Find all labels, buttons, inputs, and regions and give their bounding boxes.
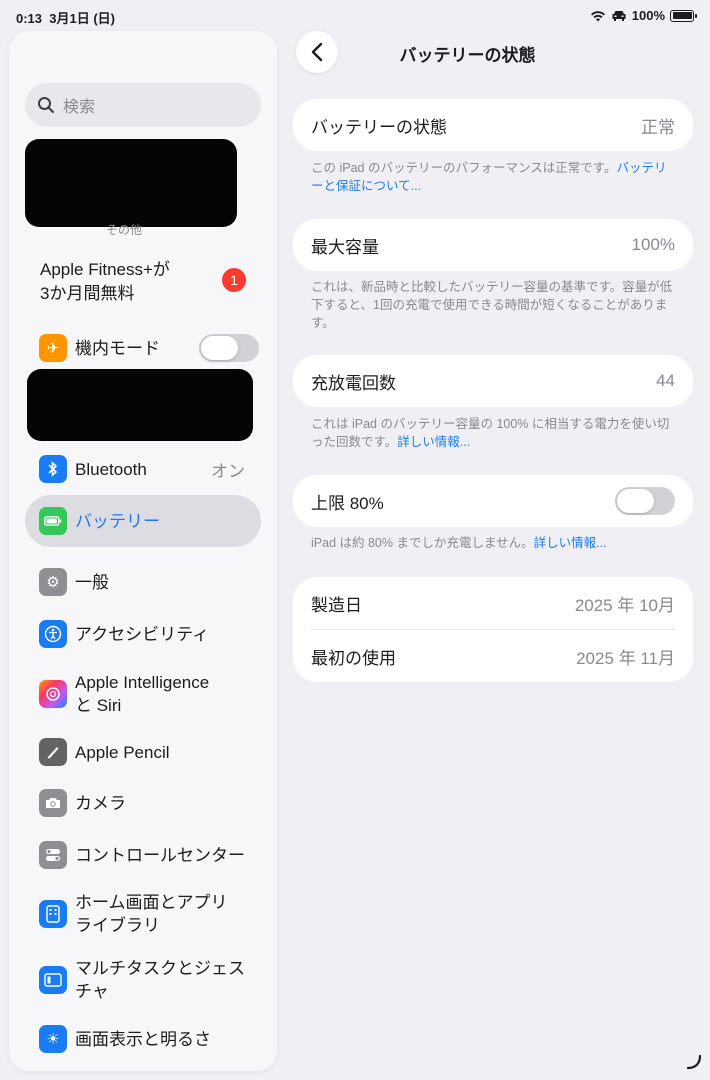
cycles-value: 44: [656, 371, 675, 390]
sidebar-item-label: 機内モード: [75, 338, 160, 358]
sidebar-item-label: カメラ: [75, 793, 126, 813]
sidebar-item-accessibility[interactable]: アクセシビリティ: [25, 619, 261, 649]
search-input[interactable]: 検索: [25, 83, 261, 127]
redacted-account: [25, 139, 237, 227]
search-icon: [38, 97, 54, 113]
sidebar-item-multitasking[interactable]: マルチタスクとジェス チャ: [25, 956, 261, 1004]
gear-icon: ⚙: [39, 568, 67, 596]
sidebar-item-label: バッテリー: [75, 511, 160, 531]
sidebar: 検索 その他 Apple Fitness+が 3か月間無料 1 ✈ 機内モード …: [9, 31, 277, 1071]
sidebar-item-battery[interactable]: バッテリー: [25, 495, 261, 547]
sidebar-item-label: 一般: [75, 572, 109, 592]
camera-icon: [39, 789, 67, 817]
health-value: 正常: [641, 117, 675, 137]
sidebar-item-home-screen[interactable]: ホーム画面とアプリ ライブラリ: [25, 890, 261, 938]
cycles-label: 充放電回数: [311, 373, 396, 393]
sidebar-item-display-brightness[interactable]: ☀ 画面表示と明るさ: [25, 1024, 261, 1054]
limit-80-card: 上限 80%: [293, 475, 693, 527]
battery-percent: 100%: [631, 8, 665, 23]
manufacture-label: 製造日: [311, 595, 362, 615]
health-label: バッテリーの状態: [311, 117, 447, 137]
cycle-count-card: 充放電回数 44: [293, 355, 693, 407]
battery-status-icon: [670, 9, 697, 22]
sidebar-item-control-center[interactable]: コントロールセンター: [25, 840, 261, 870]
cycles-note: これは iPad のバッテリー容量の 100% に相当する電力を使い切った回数で…: [311, 417, 670, 449]
back-button[interactable]: [296, 31, 338, 73]
resize-corner-icon: [686, 1054, 702, 1070]
sidebar-item-camera[interactable]: カメラ: [25, 788, 261, 818]
battery-icon: [39, 507, 67, 535]
wifi-icon: [590, 10, 605, 21]
cycles-more-info-link[interactable]: 詳しい情報...: [397, 435, 470, 449]
first-use-value: 2025 年 11月: [576, 648, 675, 668]
sidebar-item-label: Bluetooth: [75, 459, 147, 479]
redacted-wifi: [27, 369, 253, 441]
accessibility-icon: [39, 620, 67, 648]
max-capacity-card: 最大容量 100%: [293, 219, 693, 271]
control-center-icon: [39, 841, 67, 869]
car-icon: [612, 10, 626, 21]
sidebar-item-label: Apple Pencil: [75, 742, 170, 762]
other-label: その他: [106, 223, 143, 237]
status-time: 0:13 3月1日 (日): [16, 11, 115, 26]
limit-more-info-link[interactable]: 詳しい情報...: [534, 536, 607, 550]
status-date: 3月1日 (日): [49, 11, 115, 26]
sidebar-item-label: マルチタスクとジェス チャ: [75, 959, 245, 1001]
multitasking-icon: [39, 966, 67, 994]
sidebar-item-label: ホーム画面とアプリ ライブラリ: [75, 893, 228, 935]
sidebar-item-label: 画面表示と明るさ: [75, 1029, 211, 1049]
sidebar-item-general[interactable]: ⚙ 一般: [25, 567, 261, 597]
limit-label: 上限 80%: [311, 493, 384, 513]
search-placeholder: 検索: [63, 99, 96, 116]
home-screen-icon: [39, 900, 67, 928]
sidebar-item-apple-intelligence[interactable]: Apple Intelligence と Siri: [25, 670, 261, 718]
sidebar-item-label: コントロールセンター: [75, 845, 245, 865]
manufacture-value: 2025 年 10月: [574, 595, 675, 615]
fitness-promo[interactable]: Apple Fitness+が 3か月間無料: [40, 258, 200, 306]
pencil-icon: [39, 738, 67, 766]
sidebar-item-apple-pencil[interactable]: Apple Pencil: [25, 737, 261, 767]
airplane-toggle[interactable]: [199, 334, 259, 362]
capacity-note: これは、新品時と比較したバッテリー容量の基準です。容量が低下すると、1回の充電で…: [311, 280, 673, 330]
apple-intelligence-icon: [39, 680, 67, 708]
notification-badge: 1: [222, 268, 246, 292]
limit-note: iPad は約 80% までしか充電しません。詳しい情報...: [311, 536, 607, 550]
bluetooth-status: オン: [211, 461, 245, 481]
page-title: バッテリーの状態: [399, 46, 536, 65]
capacity-value: 100%: [631, 235, 675, 254]
airplane-icon: ✈: [39, 334, 67, 362]
manufacture-info-card: 製造日 2025 年 10月 最初の使用 2025 年 11月: [293, 577, 693, 682]
sidebar-item-label: Apple Intelligence と Siri: [75, 673, 210, 715]
status-bar: 0:13 3月1日 (日) 100%: [0, 0, 710, 30]
first-use-label: 最初の使用: [311, 648, 396, 668]
bluetooth-icon: [39, 455, 67, 483]
chevron-left-icon: [311, 42, 323, 62]
health-note: この iPad のバッテリーのパフォーマンスは正常です。バッテリーと保証について…: [311, 161, 667, 193]
sidebar-item-label: アクセシビリティ: [75, 624, 210, 644]
battery-health-card[interactable]: バッテリーの状態 正常: [293, 99, 693, 151]
brightness-icon: ☀: [39, 1025, 67, 1053]
limit-toggle[interactable]: [615, 487, 675, 515]
sidebar-item-bluetooth[interactable]: Bluetooth オン: [25, 454, 261, 484]
sidebar-item-airplane[interactable]: ✈ 機内モード: [25, 333, 261, 363]
capacity-label: 最大容量: [311, 237, 379, 257]
